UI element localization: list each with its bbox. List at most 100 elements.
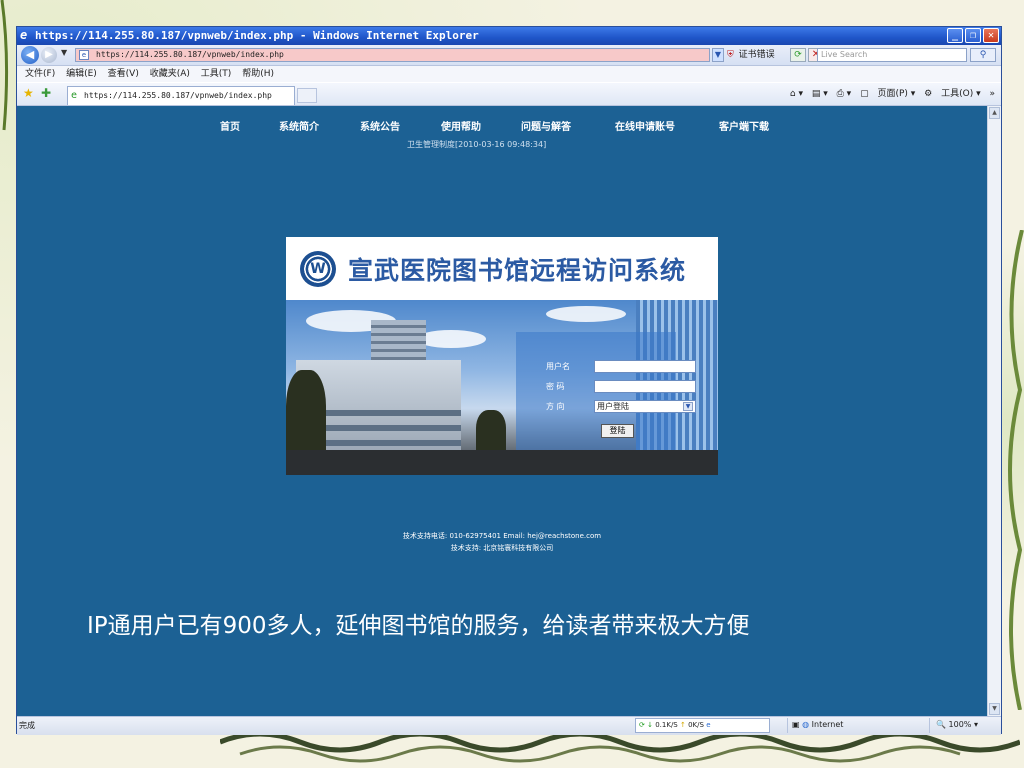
menu-help[interactable]: 帮助(H)	[242, 66, 274, 82]
nav-announcements[interactable]: 系统公告	[360, 118, 400, 133]
browser-window: e https://114.255.80.187/vpnweb/index.ph…	[16, 26, 1002, 735]
protected-mode-icon: ▣	[792, 720, 800, 729]
menu-tools[interactable]: 工具(T)	[201, 66, 232, 82]
refresh-button[interactable]: ⟳	[790, 48, 806, 62]
page-viewport: 首页 系统简介 系统公告 使用帮助 问题与解答 在线申请账号 客户端下载 卫生管…	[17, 106, 987, 716]
ie-logo-icon: e	[20, 28, 28, 42]
mode-select[interactable]: 用户登陆 ▼	[594, 400, 696, 413]
certificate-error-label: 证书错误	[738, 50, 775, 60]
tree-shape	[286, 370, 326, 460]
search-icon[interactable]: ⚲	[970, 48, 996, 62]
mode-select-value: 用户登陆	[597, 402, 629, 411]
back-button[interactable]: ◀	[21, 46, 39, 64]
support-phone-line: 技术支持电话: 010-62975401 Email: hej@reachsto…	[402, 532, 602, 540]
zoom-icon: 🔍	[936, 720, 946, 729]
tools-menu-label: 工具(O)	[941, 89, 974, 99]
restore-icon[interactable]: ❐	[965, 28, 981, 43]
print-icon[interactable]: ⎙ ▾	[837, 89, 852, 99]
username-row: 用户名	[524, 360, 696, 374]
feeds-icon[interactable]: ▤ ▾	[812, 89, 828, 99]
support-info: 技术支持电话: 010-62975401 Email: hej@reachsto…	[17, 530, 987, 554]
site-navigation: 首页 系统简介 系统公告 使用帮助 问题与解答 在线申请账号 客户端下载	[197, 118, 817, 136]
tab-bar: ★ ✚ e https://114.255.80.187/vpnweb/inde…	[17, 83, 1001, 106]
home-icon[interactable]: ⌂ ▾	[790, 89, 803, 99]
minimize-icon[interactable]: _	[947, 28, 963, 43]
window-title: https://114.255.80.187/vpnweb/index.php …	[35, 29, 479, 42]
announcement-marquee[interactable]: 卫生管理制度[2010-03-16 09:48:34]	[407, 140, 546, 152]
chevron-more-icon[interactable]: »	[989, 89, 995, 99]
ie-status-icon: e	[706, 721, 711, 729]
announcement-line: 卫生管理制度[2010-03-16 09:48:34]	[407, 140, 547, 149]
search-input[interactable]: Live Search	[817, 48, 967, 62]
login-button[interactable]: 登陆	[601, 424, 634, 438]
close-icon[interactable]: ✕	[983, 28, 999, 43]
download-speed: 0.1K/S	[655, 721, 678, 729]
download-arrow-icon: ↓	[647, 721, 653, 729]
password-row: 密 码	[524, 380, 696, 394]
page-icon: e	[79, 50, 89, 60]
vertical-scrollbar[interactable]: ▲ ▼	[987, 106, 1001, 716]
network-icon: ⟳	[639, 721, 645, 729]
menu-favorites[interactable]: 收藏夹(A)	[150, 66, 190, 82]
nav-faq[interactable]: 问题与解答	[521, 118, 571, 133]
scroll-up-icon[interactable]: ▲	[989, 107, 1000, 119]
password-label: 密 码	[546, 382, 565, 391]
zoom-dropdown-icon: ▾	[973, 720, 978, 729]
network-speed-indicator[interactable]: ⟳ ↓ 0.1K/S ↑ 0K/S e	[635, 718, 770, 733]
scroll-down-icon[interactable]: ▼	[989, 703, 1000, 715]
emblem-letter: W	[310, 261, 326, 277]
zoom-level: 100%	[948, 720, 972, 729]
command-bar: ⌂ ▾ ▤ ▾ ⎙ ▾ ▢ 页面(P) ▾ ⚙ 工具(O) ▾ »	[784, 87, 995, 101]
security-zone[interactable]: ▣ ◍ Internet	[787, 718, 928, 733]
menu-view[interactable]: 查看(V)	[108, 66, 139, 82]
mode-row: 方 向 用户登陆 ▼	[524, 400, 696, 414]
slide-caption: IP通用户已有900多人，延伸图书馆的服务，给读者带来极大方便	[87, 613, 750, 639]
page-menu[interactable]: ▢ 页面(P) ▾	[860, 89, 915, 99]
nav-apply-account[interactable]: 在线申请账号	[615, 118, 675, 133]
nav-help[interactable]: 使用帮助	[441, 118, 481, 133]
search-placeholder: Live Search	[821, 50, 868, 59]
certificate-error-button[interactable]: ⛨ 证书错误	[727, 48, 775, 62]
chevron-down-icon: ▼	[683, 402, 693, 411]
cloud-shape	[416, 330, 486, 348]
zoom-control[interactable]: 🔍 100% ▾	[929, 718, 1006, 733]
page-menu-label: 页面(P)	[877, 89, 908, 99]
street-shape	[286, 450, 718, 475]
hospital-photo: 用户名 密 码 方 向 用户登陆 ▼ 登陆	[286, 300, 718, 475]
url-dropdown-icon[interactable]: ▼	[712, 48, 724, 62]
tab-page-icon: e	[71, 90, 78, 101]
forward-button[interactable]: ▶	[41, 47, 57, 63]
favorites-star-icon[interactable]: ★	[23, 86, 34, 100]
window-controls: _ ❐ ✕	[947, 28, 999, 43]
username-label: 用户名	[546, 362, 570, 371]
menu-edit[interactable]: 编辑(E)	[66, 66, 97, 82]
menu-bar: 文件(F) 编辑(E) 查看(V) 收藏夹(A) 工具(T) 帮助(H)	[17, 66, 1001, 82]
nav-home[interactable]: 首页	[220, 118, 240, 133]
tab-current[interactable]: e https://114.255.80.187/vpnweb/index.ph…	[67, 86, 295, 105]
login-form: 用户名 密 码 方 向 用户登陆 ▼ 登陆	[516, 332, 696, 450]
menu-file[interactable]: 文件(F)	[25, 66, 55, 82]
new-tab-button[interactable]	[297, 88, 317, 103]
history-dropdown-icon[interactable]: ▼	[61, 48, 67, 57]
hospital-emblem-icon: W	[300, 251, 336, 287]
tree-shape	[476, 410, 506, 455]
nav-system-intro[interactable]: 系统简介	[279, 118, 319, 133]
cloud-shape	[546, 306, 626, 322]
upload-arrow-icon: ↑	[679, 721, 686, 729]
support-company-line: 技术支持: 北京铭寰科技有限公司	[450, 544, 554, 552]
username-input[interactable]	[594, 360, 696, 373]
status-text: 完成	[19, 721, 35, 730]
upload-speed: 0K/S	[688, 721, 704, 729]
add-favorite-icon[interactable]: ✚	[41, 86, 51, 100]
tools-menu[interactable]: ⚙ 工具(O) ▾	[924, 89, 980, 99]
mode-label: 方 向	[546, 402, 565, 411]
nav-client-download[interactable]: 客户端下载	[719, 118, 769, 133]
title-bar: e https://114.255.80.187/vpnweb/index.ph…	[17, 27, 1001, 45]
globe-icon: ◍	[802, 720, 810, 729]
url-input[interactable]: e https://114.255.80.187/vpnweb/index.ph…	[75, 48, 710, 62]
zone-label: Internet	[811, 720, 844, 729]
shield-warning-icon: ⛨	[727, 50, 734, 60]
tab-title: https://114.255.80.187/vpnweb/index.php	[84, 91, 272, 100]
password-input[interactable]	[594, 380, 696, 393]
login-card: W 宣武医院图书馆远程访问系统 用户名 密 码 方 向 用户登陆 ▼ 登陆	[286, 237, 718, 475]
